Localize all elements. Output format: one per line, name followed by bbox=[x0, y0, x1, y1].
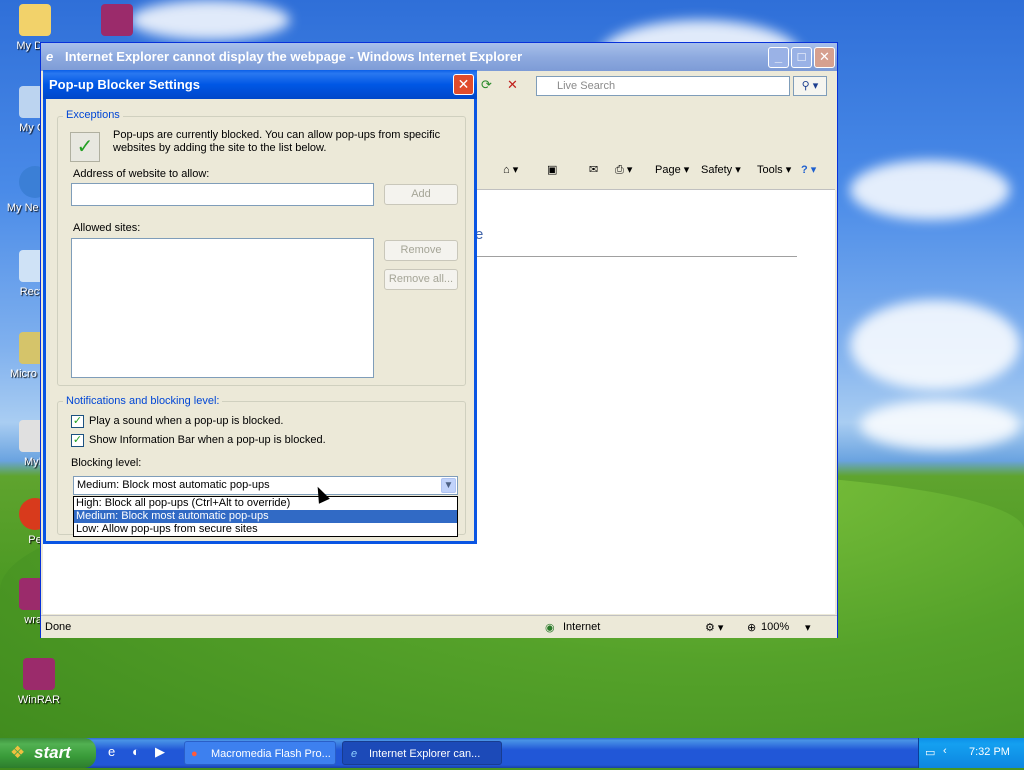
cloud bbox=[850, 160, 1010, 220]
media-player-icon[interactable]: ▶ bbox=[155, 744, 165, 760]
search-button[interactable]: ⚲ ▾ bbox=[793, 76, 827, 96]
ie-status-bar: Done ◉ Internet ⚙ ▾ ⊕ 100% ▾ bbox=[41, 615, 837, 638]
task-label: Internet Explorer can... bbox=[369, 748, 481, 760]
tray-keyboard-icon[interactable]: ▭ bbox=[925, 746, 935, 759]
exceptions-description: Pop-ups are currently blocked. You can a… bbox=[113, 129, 441, 154]
dialog-title: Pop-up Blocker Settings bbox=[49, 77, 200, 92]
zone-text: Internet bbox=[563, 621, 601, 633]
show-infobar-label: Show Information Bar when a pop-up is bl… bbox=[89, 434, 326, 446]
desktop-icon-winrar-top[interactable] bbox=[82, 4, 152, 40]
ie-window-title: Internet Explorer cannot display the web… bbox=[65, 49, 523, 64]
dropdown-option-high[interactable]: High: Block all pop-ups (Ctrl+Alt to ove… bbox=[74, 497, 457, 510]
allowed-sites-label: Allowed sites: bbox=[73, 222, 141, 234]
quicklaunch-icon[interactable]: ◐ bbox=[132, 744, 140, 759]
tools-menu[interactable]: Tools ▾ bbox=[757, 163, 791, 176]
address-input[interactable] bbox=[71, 183, 374, 206]
taskbar-item-ie[interactable]: e Internet Explorer can... bbox=[342, 741, 502, 765]
exceptions-group-label: Exceptions bbox=[63, 109, 123, 121]
taskbar: ❖ start e ◐ ▶ ● Macromedia Flash Pro... … bbox=[0, 738, 1024, 768]
play-sound-checkbox[interactable]: ✓ bbox=[71, 415, 84, 428]
safety-menu[interactable]: Safety ▾ bbox=[701, 163, 741, 176]
winrar-icon bbox=[23, 658, 55, 690]
show-infobar-checkbox[interactable]: ✓ bbox=[71, 434, 84, 447]
ie-quicklaunch-icon[interactable]: e bbox=[108, 744, 115, 759]
popup-blocker-dialog: Pop-up Blocker Settings ✕ Exceptions ✓ P… bbox=[43, 70, 477, 544]
cloud bbox=[130, 0, 290, 40]
ie-icon: e bbox=[351, 748, 358, 760]
dropdown-option-medium[interactable]: Medium: Block most automatic pop-ups bbox=[74, 510, 457, 523]
zoom-dropdown-icon[interactable]: ▾ bbox=[805, 621, 811, 634]
flash-icon: ● bbox=[191, 748, 198, 760]
blocking-level-label: Blocking level: bbox=[71, 457, 142, 469]
dialog-title-bar[interactable]: Pop-up Blocker Settings ✕ bbox=[43, 70, 477, 99]
system-tray: ▭ ‹ 7:32 PM bbox=[918, 738, 1024, 768]
page-menu[interactable]: Page ▾ bbox=[655, 163, 689, 176]
start-label: start bbox=[34, 743, 71, 762]
close-button[interactable]: ✕ bbox=[814, 47, 835, 68]
add-button[interactable]: Add bbox=[384, 184, 458, 205]
start-button[interactable]: ❖ start bbox=[0, 738, 96, 768]
play-sound-label: Play a sound when a pop-up is blocked. bbox=[89, 415, 284, 427]
refresh-icon[interactable]: ⟳ bbox=[481, 77, 501, 95]
help-icon[interactable]: ? ▾ bbox=[801, 163, 816, 176]
chevron-down-icon[interactable]: ▼ bbox=[441, 478, 456, 493]
maximize-button[interactable]: □ bbox=[791, 47, 812, 68]
remove-all-button[interactable]: Remove all... bbox=[384, 269, 458, 290]
notifications-group-label: Notifications and blocking level: bbox=[63, 395, 223, 407]
remove-button[interactable]: Remove bbox=[384, 240, 458, 261]
blocking-level-select[interactable]: Medium: Block most automatic pop-ups ▼ bbox=[73, 476, 458, 495]
search-input[interactable]: Live Search bbox=[536, 76, 790, 96]
zoom-level[interactable]: 100% bbox=[761, 621, 789, 633]
taskbar-item-flash[interactable]: ● Macromedia Flash Pro... bbox=[184, 741, 336, 765]
ie-logo-icon: e bbox=[46, 49, 54, 64]
mail-icon[interactable]: ✉ bbox=[589, 163, 598, 176]
protected-mode-icon[interactable]: ⚙ ▾ bbox=[705, 621, 723, 634]
cloud bbox=[860, 400, 1020, 450]
folder-icon bbox=[19, 4, 51, 36]
close-icon[interactable]: ✕ bbox=[453, 74, 474, 95]
ie-title-bar[interactable]: e Internet Explorer cannot display the w… bbox=[41, 43, 837, 71]
content-divider bbox=[475, 256, 797, 257]
desktop-icon-label: WinRAR bbox=[17, 694, 61, 706]
zoom-icon[interactable]: ⊕ bbox=[747, 621, 756, 634]
minimize-button[interactable]: _ bbox=[768, 47, 789, 68]
clock: 7:32 PM bbox=[969, 746, 1010, 758]
status-text: Done bbox=[45, 621, 72, 633]
search-placeholder: Live Search bbox=[557, 80, 616, 92]
blocking-level-dropdown: High: Block all pop-ups (Ctrl+Alt to ove… bbox=[73, 496, 458, 537]
winrar-icon bbox=[101, 4, 133, 36]
feeds-icon[interactable]: ▣ bbox=[547, 163, 557, 176]
allowed-sites-list[interactable] bbox=[71, 238, 374, 378]
globe-icon: ◉ bbox=[545, 622, 555, 634]
home-icon[interactable]: ⌂ ▾ bbox=[503, 163, 518, 176]
stop-icon[interactable]: ✕ bbox=[507, 77, 527, 95]
tray-expand-icon[interactable]: ‹ bbox=[943, 745, 947, 757]
ie-command-bar: ⌂ ▾ ▣ ✉ ⎙ ▾ Page ▾ Safety ▾ Tools ▾ ? ▾ bbox=[479, 159, 837, 181]
cloud bbox=[850, 300, 1020, 390]
address-label: Address of website to allow: bbox=[73, 168, 210, 180]
task-label: Macromedia Flash Pro... bbox=[211, 748, 331, 760]
windows-logo-icon: ❖ bbox=[10, 743, 26, 762]
desktop-icon-winrar[interactable]: WinRAR bbox=[4, 658, 74, 706]
dropdown-option-low[interactable]: Low: Allow pop-ups from secure sites bbox=[74, 523, 457, 536]
popup-check-icon: ✓ bbox=[70, 132, 100, 162]
blocking-level-value: Medium: Block most automatic pop-ups bbox=[77, 479, 270, 491]
print-icon[interactable]: ⎙ ▾ bbox=[615, 163, 632, 177]
